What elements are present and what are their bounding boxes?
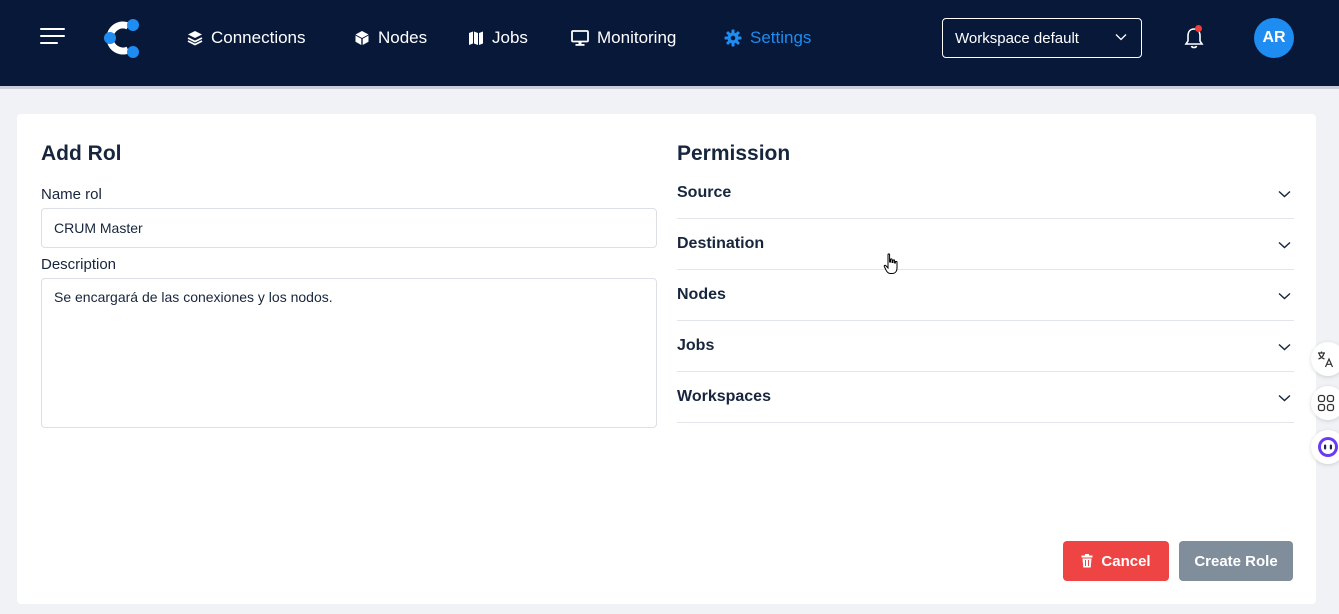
cancel-button[interactable]: Cancel	[1063, 541, 1169, 581]
top-navbar: Connections Nodes Jobs Monitoring Settin…	[0, 0, 1339, 89]
nav-jobs[interactable]: Jobs	[468, 26, 528, 50]
permission-item-label: Workspaces	[677, 388, 771, 405]
permission-item-source[interactable]: Source	[677, 168, 1294, 219]
chevron-down-icon	[1278, 343, 1291, 351]
chevron-down-icon	[1278, 394, 1291, 402]
map-icon	[469, 31, 483, 45]
description-label: Description	[41, 256, 117, 273]
permission-item-label: Jobs	[677, 337, 715, 354]
user-avatar[interactable]: AR	[1254, 18, 1294, 58]
create-role-button-label: Create Role	[1194, 552, 1278, 570]
gear-icon	[724, 29, 742, 47]
apps-tool[interactable]	[1311, 386, 1339, 420]
permission-item-label: Source	[677, 184, 732, 201]
create-role-button[interactable]: Create Role	[1179, 541, 1293, 581]
nav-connections-label: Connections	[211, 28, 306, 47]
permission-item-nodes[interactable]: Nodes	[677, 270, 1294, 321]
assistant-tool[interactable]	[1311, 430, 1339, 464]
workspace-select[interactable]: Workspace default	[942, 18, 1142, 58]
nav-monitoring-label: Monitoring	[597, 28, 677, 47]
cancel-button-label: Cancel	[1101, 552, 1151, 570]
translate-tool[interactable]	[1311, 342, 1339, 376]
chevron-down-icon	[1278, 190, 1291, 198]
translate-icon	[1318, 351, 1334, 368]
permission-item-label: Nodes	[677, 286, 726, 303]
name-rol-label: Name rol	[41, 186, 102, 203]
chevron-down-icon	[1278, 292, 1291, 300]
permission-item-jobs[interactable]: Jobs	[677, 321, 1294, 372]
monitor-icon	[571, 30, 589, 46]
nav-settings-label: Settings	[750, 28, 812, 47]
nav-settings[interactable]: Settings	[724, 26, 811, 50]
name-rol-input[interactable]	[41, 208, 657, 248]
trash-icon	[1081, 554, 1093, 568]
notification-badge	[1195, 25, 1202, 32]
menu-icon[interactable]	[40, 27, 66, 47]
hand-cursor-icon	[883, 253, 898, 274]
form-title: Add Rol	[41, 142, 122, 165]
permission-item-destination[interactable]: Destination	[677, 219, 1294, 270]
permission-item-workspaces[interactable]: Workspaces	[677, 372, 1294, 423]
permission-title: Permission	[677, 142, 791, 165]
apps-grid-icon	[1317, 394, 1335, 412]
nav-jobs-label: Jobs	[492, 28, 528, 47]
app-logo[interactable]	[102, 17, 142, 59]
assistant-icon	[1318, 437, 1338, 457]
chevron-down-icon	[1278, 241, 1291, 249]
avatar-initials: AR	[1262, 29, 1286, 46]
nav-monitoring[interactable]: Monitoring	[571, 26, 676, 50]
cube-icon	[355, 31, 369, 45]
chevron-down-icon	[1115, 34, 1127, 41]
add-role-card: Add Rol Name rol Description Se encargar…	[17, 114, 1316, 604]
workspace-select-value: Workspace default	[955, 29, 1079, 47]
permission-item-label: Destination	[677, 235, 765, 252]
nav-nodes[interactable]: Nodes	[354, 26, 427, 50]
nav-nodes-label: Nodes	[378, 28, 428, 47]
description-textarea[interactable]: Se encargará de las conexiones y los nod…	[41, 278, 657, 428]
nav-connections[interactable]: Connections	[187, 26, 306, 50]
layers-icon	[187, 31, 203, 46]
